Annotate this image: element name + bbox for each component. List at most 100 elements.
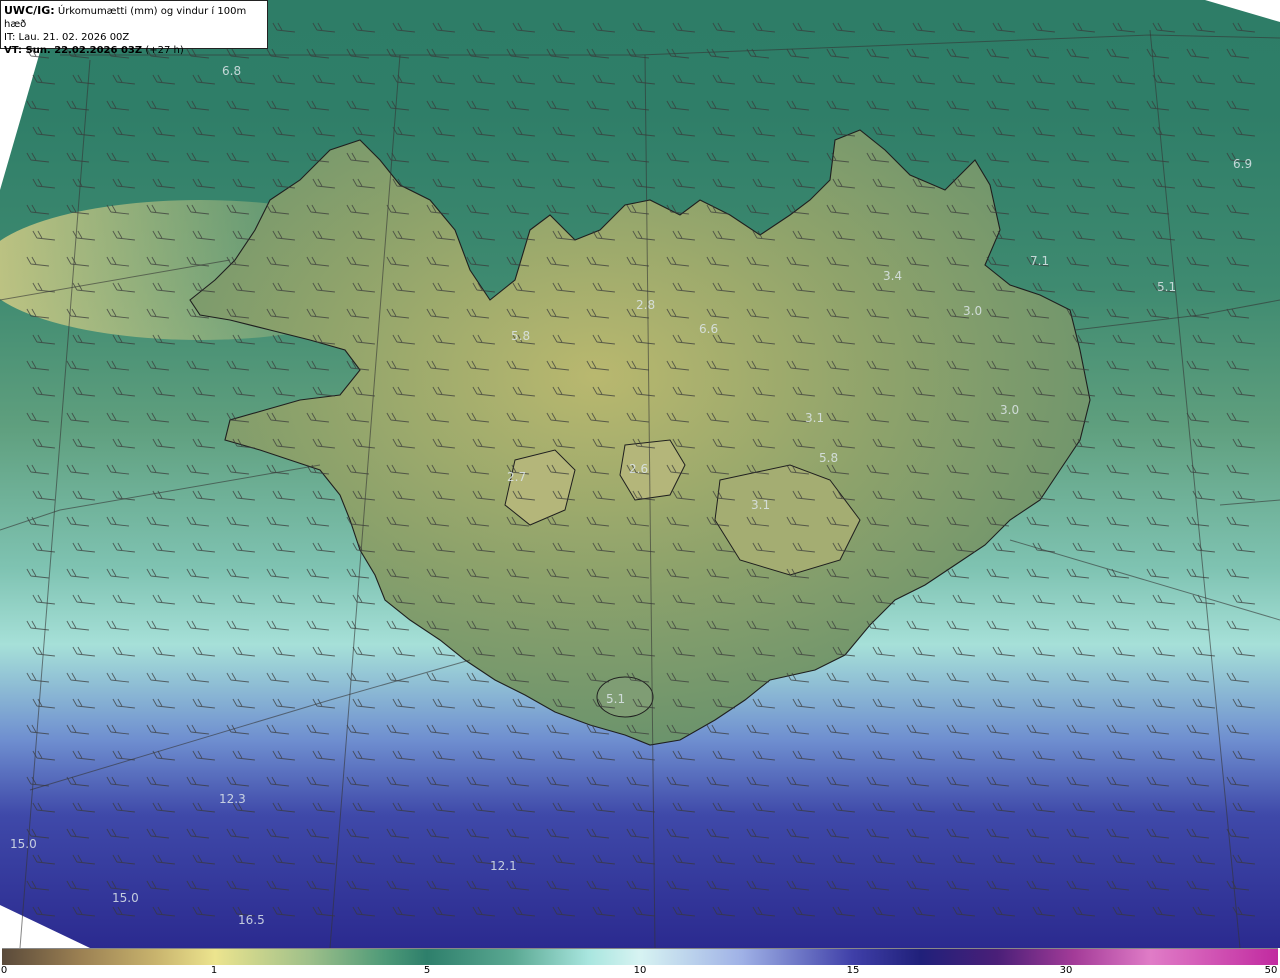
wind-barb: [866, 100, 889, 111]
wind-barb: [906, 48, 929, 59]
wind-barb: [632, 750, 655, 761]
wind-barb: [472, 750, 495, 761]
wind-barb: [472, 802, 495, 813]
wind-barb: [312, 542, 335, 553]
wind-barb: [112, 906, 135, 917]
wind-barb: [32, 74, 55, 85]
wind-barb: [386, 48, 409, 59]
wind-barb: [112, 386, 135, 397]
wind-barb: [432, 906, 455, 917]
wind-barb: [426, 880, 449, 891]
wind-barb: [912, 750, 935, 761]
wind-barb: [752, 74, 775, 85]
colorbar-tick: 1: [210, 965, 218, 976]
projection-edge-sw: [0, 905, 90, 948]
wind-barb: [66, 880, 89, 891]
wind-barb: [586, 204, 609, 215]
wind-barb: [26, 516, 49, 527]
wind-barb: [226, 672, 249, 683]
wind-barb: [986, 152, 1009, 163]
wind-barb: [1146, 204, 1169, 215]
wind-barb: [306, 360, 329, 371]
wind-barb: [226, 360, 249, 371]
wind-barb: [1026, 620, 1049, 631]
wind-barb: [866, 672, 889, 683]
wind-barb: [112, 542, 135, 553]
wind-barb: [1186, 620, 1209, 631]
wind-barb: [232, 126, 255, 137]
wind-barb: [1032, 594, 1055, 605]
wind-barb: [906, 100, 929, 111]
wind-barb: [546, 204, 569, 215]
precip-value-label: 5.1: [1157, 280, 1177, 294]
wind-barb: [1112, 74, 1135, 85]
wind-barb: [746, 724, 769, 735]
wind-barb: [66, 152, 89, 163]
wind-barb: [1232, 22, 1255, 33]
wind-barb: [832, 906, 855, 917]
wind-barb: [1232, 698, 1255, 709]
precip-value-label: 2.6: [629, 462, 649, 476]
wind-barb: [306, 620, 329, 631]
wind-barb: [466, 776, 489, 787]
wind-barb: [106, 360, 129, 371]
wind-barb: [712, 906, 735, 917]
wind-barb: [466, 204, 489, 215]
wind-barb: [146, 620, 169, 631]
wind-barb: [106, 724, 129, 735]
wind-barb: [426, 828, 449, 839]
wind-barb: [1106, 880, 1129, 891]
precip-value-label: 3.4: [883, 269, 903, 283]
wind-barb: [1152, 854, 1175, 865]
wind-barb: [946, 672, 969, 683]
wind-barb: [1106, 724, 1129, 735]
wind-barb: [146, 360, 169, 371]
wind-barb: [1072, 22, 1095, 33]
wind-barb: [786, 48, 809, 59]
wind-barb: [106, 620, 129, 631]
wind-barb: [232, 178, 255, 189]
wind-barb: [792, 906, 815, 917]
wind-barb: [192, 438, 215, 449]
wind-barb: [546, 724, 569, 735]
wind-barb: [32, 854, 55, 865]
wind-barb: [986, 100, 1009, 111]
wind-barb: [266, 568, 289, 579]
wind-barb: [112, 594, 135, 605]
wind-barb: [346, 724, 369, 735]
wind-barb: [1112, 750, 1135, 761]
wind-barb: [152, 594, 175, 605]
wind-barb: [1232, 386, 1255, 397]
wind-barb: [1072, 178, 1095, 189]
wind-barb: [1146, 568, 1169, 579]
wind-barb: [512, 74, 535, 85]
wind-barb: [752, 178, 775, 189]
wind-barb: [72, 542, 95, 553]
wind-barb: [992, 126, 1015, 137]
wind-barb: [152, 854, 175, 865]
wind-barb: [512, 906, 535, 917]
wind-barb: [272, 698, 295, 709]
wind-barb: [232, 594, 255, 605]
wind-barb: [546, 828, 569, 839]
wind-barb: [112, 854, 135, 865]
wind-barb: [1232, 854, 1255, 865]
wind-barb: [1146, 464, 1169, 475]
wind-barb: [32, 490, 55, 501]
wind-barb: [586, 828, 609, 839]
wind-barb: [146, 672, 169, 683]
wind-barb: [632, 802, 655, 813]
wind-barb: [586, 48, 609, 59]
wind-barb: [912, 594, 935, 605]
wind-barb: [1112, 906, 1135, 917]
wind-barb: [1186, 464, 1209, 475]
wind-barb: [66, 464, 89, 475]
wind-barb: [1032, 802, 1055, 813]
wind-barb: [152, 542, 175, 553]
wind-barb: [272, 22, 295, 33]
wind-barb: [186, 568, 209, 579]
wind-barb: [1112, 646, 1135, 657]
wind-barb: [112, 802, 135, 813]
wind-barb: [1152, 22, 1175, 33]
wind-barb: [1072, 126, 1095, 137]
